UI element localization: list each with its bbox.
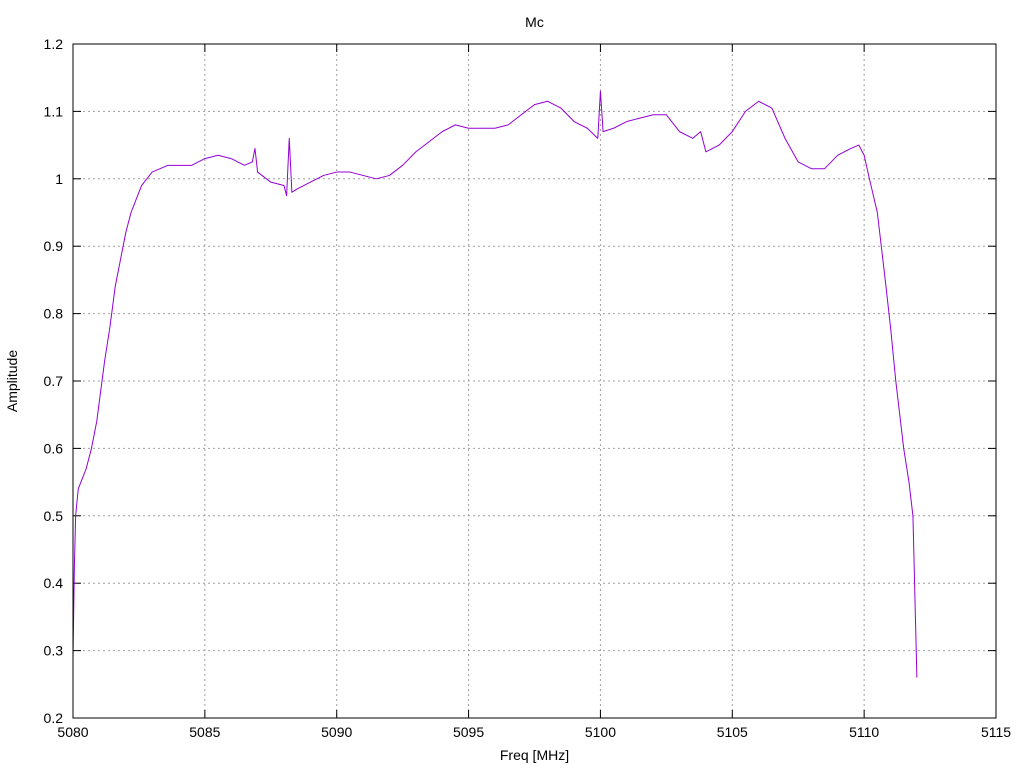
y-tick-label: 0.5 (44, 508, 64, 524)
x-tick-label: 5090 (321, 724, 352, 740)
x-axis-label: Freq [MHz] (500, 747, 569, 763)
x-tick-label: 5095 (453, 724, 484, 740)
y-tick-label: 0.4 (44, 575, 64, 591)
y-tick-label: 0.2 (44, 710, 64, 726)
y-tick-label: 0.3 (44, 643, 64, 659)
x-tick-label: 5080 (57, 724, 88, 740)
chart-title: Mc (525, 14, 544, 30)
y-tick-label: 0.9 (44, 238, 64, 254)
y-tick-label: 0.6 (44, 440, 64, 456)
x-tick-label: 5100 (585, 724, 616, 740)
y-tick-label: 1.1 (44, 103, 64, 119)
x-tick-label: 5110 (849, 724, 879, 740)
x-tick-label: 5105 (717, 724, 748, 740)
y-tick-label: 1 (55, 171, 63, 187)
line-chart: 5080 5085 5090 5095 5100 5105 5110 5115 0.2 0.3 0.… (0, 0, 1024, 768)
y-axis-label: Amplitude (4, 350, 20, 412)
y-tick-label: 0.8 (44, 306, 64, 322)
chart-background (0, 0, 1024, 768)
y-tick-label: 0.7 (44, 373, 64, 389)
x-tick-label: 5115 (981, 724, 1011, 740)
y-tick-label: 1.2 (44, 36, 64, 52)
x-tick-label: 5085 (189, 724, 220, 740)
